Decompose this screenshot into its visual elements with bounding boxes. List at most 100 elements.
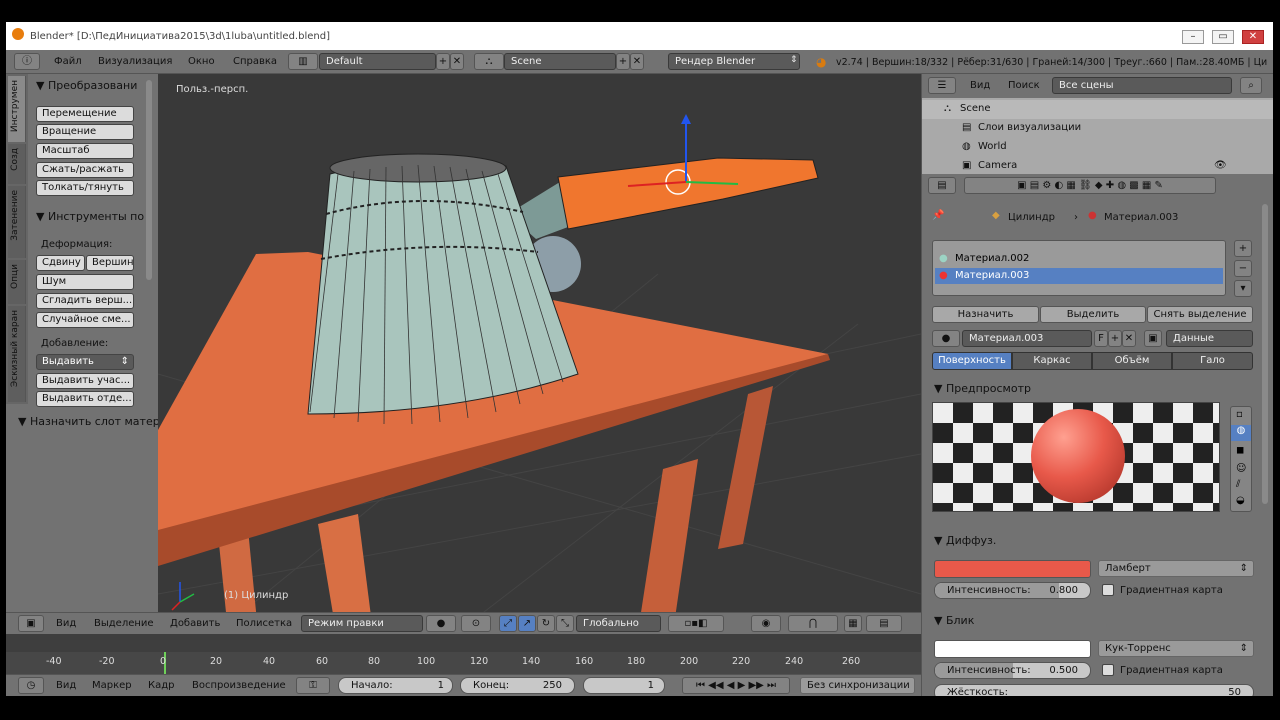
editor-type-button[interactable]: ◷ bbox=[18, 677, 44, 694]
link-select[interactable]: Данные bbox=[1166, 330, 1253, 347]
proportional-edit-button[interactable]: ◉ bbox=[751, 615, 781, 632]
specular-color-swatch[interactable] bbox=[934, 640, 1091, 658]
timeline[interactable]: -40 -20 0 20 40 60 80 100 120 140 160 18… bbox=[6, 634, 921, 674]
tab-create[interactable]: Созд bbox=[8, 144, 26, 184]
menu-mesh[interactable]: Полисетка bbox=[236, 618, 292, 629]
diffuse-ramp-checkbox[interactable] bbox=[1102, 584, 1114, 596]
select-button[interactable]: Выделить bbox=[1040, 306, 1146, 323]
layout-add-button[interactable]: + bbox=[436, 53, 450, 70]
menu-view[interactable]: Вид bbox=[56, 680, 76, 691]
maximize-button[interactable]: ▭ bbox=[1212, 30, 1234, 44]
unlink-material-button[interactable]: ✕ bbox=[1122, 330, 1136, 347]
opengl-render-button[interactable]: ▦ bbox=[844, 615, 862, 632]
pivot-button[interactable]: ⊙ bbox=[461, 615, 491, 632]
diffuse-color-swatch[interactable] bbox=[934, 560, 1091, 578]
outliner-row-render-layers[interactable]: ▤ Слои визуализации bbox=[922, 119, 1273, 138]
visibility-icon[interactable]: 👁 bbox=[1214, 160, 1227, 171]
material-slot-item[interactable]: ● Материал.002 bbox=[935, 251, 1223, 267]
tab-wire[interactable]: Каркас bbox=[1012, 352, 1092, 370]
scene-field[interactable]: Scene bbox=[504, 53, 616, 70]
manipulator-toggle[interactable]: ⤢ bbox=[499, 615, 517, 632]
tab-options[interactable]: Опци bbox=[8, 260, 26, 304]
playback-controls[interactable]: ⏮ ◀◀ ◀ ▶ ▶▶ ⏭ bbox=[682, 677, 790, 694]
menu-playback[interactable]: Воспроизведение bbox=[192, 680, 286, 691]
frame-end-field[interactable]: Конец: 250 bbox=[460, 677, 575, 694]
translate-manipulator[interactable]: ↗ bbox=[518, 615, 536, 632]
menu-render[interactable]: Визуализация bbox=[98, 56, 172, 67]
shading-button[interactable]: ● bbox=[426, 615, 456, 632]
tab-shading[interactable]: Затенение bbox=[8, 186, 26, 258]
randomize-button[interactable]: Случайное сме... bbox=[36, 312, 134, 328]
mode-select[interactable]: Режим правки bbox=[301, 615, 423, 632]
outliner-row-scene[interactable]: ⛬ Scene bbox=[922, 100, 1273, 119]
context-tabs[interactable]: ▣ ▤ ⚙ ◐ ▦ ⛓ ◆ ✚ ◍ ▩ ▦ ✎ bbox=[964, 177, 1216, 194]
layout-remove-button[interactable]: ✕ bbox=[450, 53, 464, 70]
slot-menu-button[interactable]: ▾ bbox=[1234, 280, 1252, 297]
orientation-select[interactable]: Глобально bbox=[576, 615, 661, 632]
menu-search[interactable]: Поиск bbox=[1008, 80, 1040, 91]
diffuse-shader-select[interactable]: Ламберт ⇕ bbox=[1098, 560, 1254, 577]
toolshelf-scrollbar[interactable] bbox=[146, 80, 152, 280]
minimize-button[interactable]: – bbox=[1182, 30, 1204, 44]
editor-type-button[interactable]: ⓘ bbox=[14, 53, 40, 70]
tab-grease-pencil[interactable]: Эскизный каран bbox=[8, 306, 26, 402]
shrink-fatten-button[interactable]: Сжать/раcжать bbox=[36, 162, 134, 178]
preview-panel-header[interactable]: ▼ Предпросмотр bbox=[934, 382, 1031, 395]
select-mode-buttons[interactable]: ▫▪◧ bbox=[668, 615, 724, 632]
menu-add[interactable]: Добавить bbox=[170, 618, 220, 629]
menu-select[interactable]: Выделение bbox=[94, 618, 154, 629]
scene-type-button[interactable]: ⛬ bbox=[474, 53, 504, 70]
menu-help[interactable]: Справка bbox=[233, 56, 277, 67]
mesh-tools-panel-header[interactable]: ▼ Инструменты по bbox=[36, 210, 144, 223]
sync-mode-select[interactable]: Без синхронизации bbox=[800, 677, 915, 694]
material-name-field[interactable]: Материал.003 bbox=[962, 330, 1092, 347]
tab-halo[interactable]: Гало bbox=[1172, 352, 1253, 370]
deselect-button[interactable]: Снять выделение bbox=[1147, 306, 1253, 323]
properties-scrollbar[interactable] bbox=[1262, 204, 1268, 504]
push-pull-button[interactable]: Толкать/тянуть bbox=[36, 180, 134, 196]
menu-frame[interactable]: Кадр bbox=[148, 680, 175, 691]
add-material-button[interactable]: + bbox=[1108, 330, 1122, 347]
3d-viewport[interactable]: Польз.-персп. (1) Цилиндр bbox=[158, 74, 921, 632]
specular-panel-header[interactable]: ▼ Блик bbox=[934, 614, 974, 627]
extrude-individual-button[interactable]: Выдавить отде... bbox=[36, 391, 134, 407]
outliner-row-world[interactable]: ◍ World bbox=[922, 138, 1273, 157]
snap-button[interactable]: ⋂ bbox=[788, 615, 838, 632]
translate-button[interactable]: Перемещение bbox=[36, 106, 134, 122]
editor-type-button[interactable]: ▤ bbox=[928, 177, 956, 194]
layout-type-button[interactable]: ▥ bbox=[288, 53, 318, 70]
menu-file[interactable]: Файл bbox=[54, 56, 82, 67]
smooth-vertex-button[interactable]: Сгладить верш... bbox=[36, 293, 134, 309]
hardness-slider[interactable]: Жёсткость: 50 bbox=[934, 684, 1254, 696]
assign-material-panel-header[interactable]: ▼ Назначить слот матер bbox=[18, 415, 160, 428]
menu-view[interactable]: Вид bbox=[56, 618, 76, 629]
material-browse-button[interactable]: ● bbox=[932, 330, 960, 347]
assign-button[interactable]: Назначить bbox=[932, 306, 1039, 323]
tab-surface[interactable]: Поверхность bbox=[932, 352, 1012, 370]
specular-ramp-checkbox[interactable] bbox=[1102, 664, 1114, 676]
close-button[interactable]: ✕ bbox=[1242, 30, 1264, 44]
link-data-icon[interactable]: ▣ bbox=[1144, 330, 1162, 347]
add-slot-button[interactable]: + bbox=[1234, 240, 1252, 257]
menu-marker[interactable]: Маркер bbox=[92, 680, 132, 691]
render-anim-button[interactable]: ▤ bbox=[866, 615, 902, 632]
extrude-region-button[interactable]: Выдавить учас... bbox=[36, 373, 134, 389]
tab-tools[interactable]: Инструмен bbox=[8, 76, 26, 142]
specular-shader-select[interactable]: Кук-Торренс ⇕ bbox=[1098, 640, 1254, 657]
noise-button[interactable]: Шум bbox=[36, 274, 134, 290]
editor-type-button[interactable]: ▣ bbox=[18, 615, 44, 632]
remove-slot-button[interactable]: − bbox=[1234, 260, 1252, 277]
fake-user-button[interactable]: F bbox=[1094, 330, 1108, 347]
display-mode-select[interactable]: Все сцены bbox=[1052, 77, 1232, 94]
scale-manipulator[interactable]: ⤡ bbox=[556, 615, 574, 632]
material-slot-item-active[interactable]: ● Материал.003 bbox=[935, 268, 1223, 284]
editor-type-button[interactable]: ☰ bbox=[928, 77, 956, 94]
material-slot-list[interactable]: ● Материал.002 ● Материал.003 bbox=[932, 240, 1226, 296]
layout-field[interactable]: Default bbox=[319, 53, 436, 70]
preview-range-button[interactable]: ⚿ bbox=[296, 677, 330, 694]
scale-button[interactable]: Масштаб bbox=[36, 143, 134, 159]
search-button[interactable]: ⌕ bbox=[1240, 77, 1262, 94]
slide-edge-button[interactable]: Сдвину bbox=[36, 255, 85, 271]
slide-vertex-button[interactable]: Вершин bbox=[86, 255, 134, 271]
rotate-button[interactable]: Вращение bbox=[36, 124, 134, 140]
